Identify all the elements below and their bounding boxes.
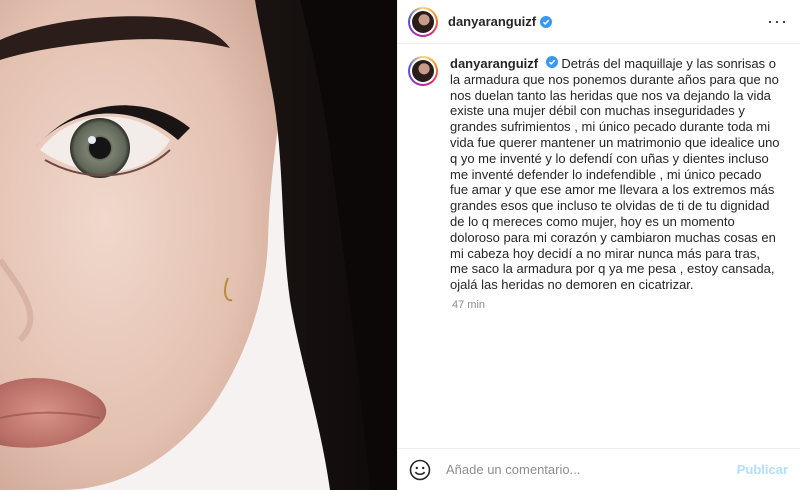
caption-text: danyaranguizf Detrás del maquillaje y la… [450,56,780,293]
caption-username[interactable]: danyaranguizf [450,56,538,71]
post-photo[interactable] [0,0,397,490]
post-dialog: danyaranguizf ··· danyaranguizf Detrás d… [0,0,800,490]
post-timestamp[interactable]: 47 min [452,299,786,311]
comment-input[interactable] [444,461,737,478]
comments-area: danyaranguizf Detrás del maquillaje y la… [398,44,800,448]
avatar[interactable] [408,6,438,37]
comment-composer: Publicar [398,448,800,490]
post-side-panel: danyaranguizf ··· danyaranguizf Detrás d… [397,0,800,490]
more-options-icon[interactable]: ··· [767,11,788,32]
photo-face-illustration [0,0,397,490]
caption-comment: danyaranguizf Detrás del maquillaje y la… [408,56,786,293]
post-header: danyaranguizf ··· [398,0,800,44]
publish-button[interactable]: Publicar [737,462,788,477]
emoji-icon[interactable] [408,458,432,482]
caption-body: Detrás del maquillaje y las sonrisas o l… [450,56,780,293]
verified-badge-icon [545,56,558,68]
verified-badge-icon [540,15,553,28]
caption-avatar[interactable] [408,56,438,86]
header-username[interactable]: danyaranguizf [448,14,536,29]
